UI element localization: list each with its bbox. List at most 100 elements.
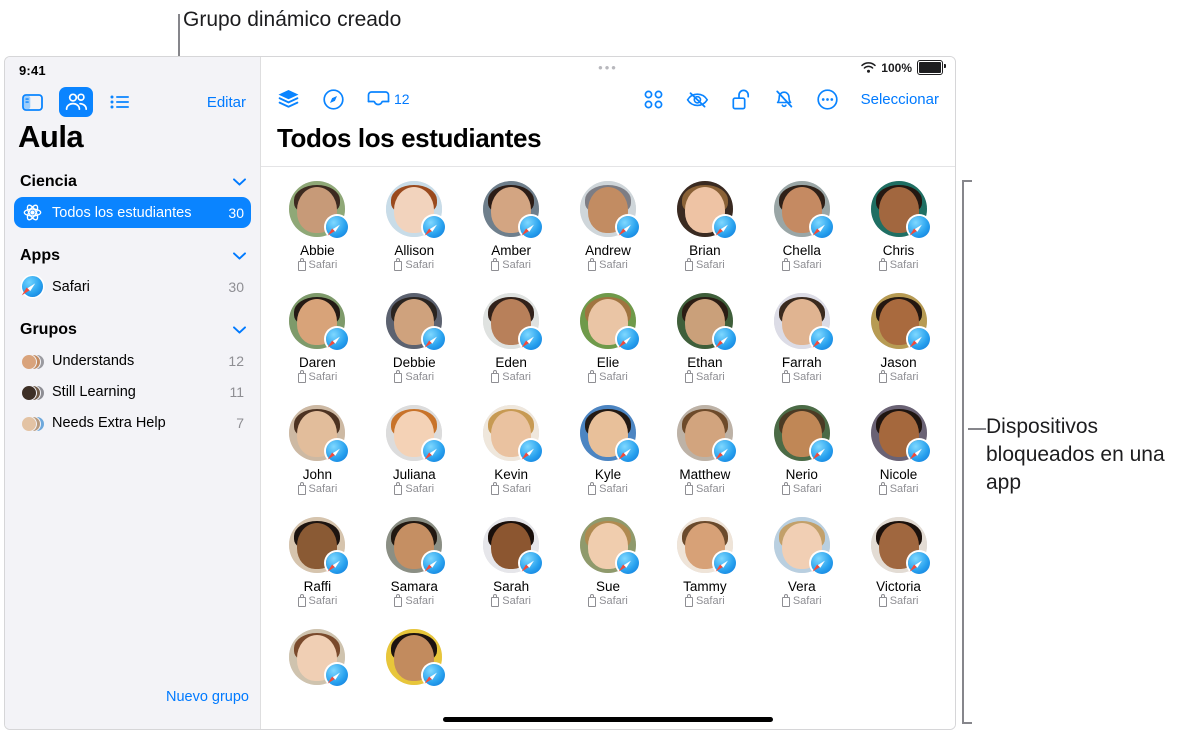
- toolbar-left-group: 12: [277, 88, 410, 110]
- main-toolbar: 12 Seleccionar: [261, 79, 955, 119]
- sidebar-segmented-control[interactable]: Editar: [15, 85, 250, 119]
- student-cell[interactable]: Abbie Safari: [269, 181, 366, 271]
- student-name: Tammy: [683, 579, 727, 594]
- safari-badge-icon: [810, 552, 833, 574]
- lock-icon: [297, 594, 306, 607]
- sidebar-item-understands[interactable]: Understands 12: [14, 345, 251, 376]
- student-locked-app: Safari: [588, 482, 628, 495]
- chevron-down-icon[interactable]: [233, 326, 246, 334]
- sidebar-section-header-grupos[interactable]: Grupos: [5, 315, 260, 345]
- lock-icon: [394, 258, 403, 271]
- student-cell[interactable]: Andrew Safari: [560, 181, 657, 271]
- student-locked-app: Safari: [878, 370, 918, 383]
- student-cell[interactable]: Vera Safari: [753, 517, 850, 607]
- student-cell[interactable]: Elie Safari: [560, 293, 657, 383]
- student-cell[interactable]: Debbie Safari: [366, 293, 463, 383]
- sidebar-item-label: Still Learning: [52, 383, 136, 400]
- student-cell[interactable]: John Safari: [269, 405, 366, 495]
- new-group-button[interactable]: Nuevo grupo: [5, 689, 260, 705]
- sidebar-item-safari[interactable]: Safari 30: [14, 271, 251, 302]
- chevron-down-icon[interactable]: [233, 178, 246, 186]
- student-cell[interactable]: Sue Safari: [560, 517, 657, 607]
- student-locked-app: Safari: [781, 594, 822, 607]
- student-name: Raffi: [303, 579, 332, 594]
- student-cell[interactable]: Kevin Safari: [463, 405, 560, 495]
- student-cell[interactable]: Sarah Safari: [463, 517, 560, 607]
- safari-badge-icon: [907, 216, 930, 238]
- layers-button[interactable]: [277, 89, 300, 110]
- students-grid-container[interactable]: Abbie Safari Allison Safari Amber Safari Andre…: [261, 167, 955, 729]
- student-cell[interactable]: Brian Safari: [656, 181, 753, 271]
- unlock-button[interactable]: [732, 89, 751, 110]
- student-name: Abbie: [300, 243, 335, 258]
- sidebar-people-view-button[interactable]: [59, 87, 93, 117]
- safari-badge-icon: [713, 440, 736, 462]
- student-locked-app: Safari: [781, 258, 822, 271]
- sidebar-item-todos-los-estudiantes[interactable]: Todos los estudiantes 30: [14, 197, 251, 228]
- chevron-down-icon[interactable]: [233, 252, 246, 260]
- sidebar-section-header-apps[interactable]: Apps: [5, 241, 260, 271]
- navigate-button[interactable]: [323, 88, 344, 110]
- student-cell[interactable]: Chella Safari: [753, 181, 850, 271]
- sidebar-item-count: 30: [228, 278, 244, 295]
- student-cell[interactable]: Nicole Safari: [850, 405, 947, 495]
- student-cell[interactable]: Samara Safari: [366, 517, 463, 607]
- student-locked-app: Safari: [878, 594, 918, 607]
- sidebar-section-header-ciencia[interactable]: Ciencia: [5, 167, 260, 197]
- locked-app-label: Safari: [405, 371, 435, 383]
- avatar-wrap: [386, 181, 446, 238]
- avatar-wrap: [676, 181, 736, 238]
- student-cell[interactable]: Allison Safari: [366, 181, 463, 271]
- lock-icon: [394, 370, 403, 383]
- avatar-wrap: [289, 629, 349, 686]
- lock-icon: [297, 370, 306, 383]
- avatar-wrap: [579, 293, 639, 350]
- sidebar-item-needs-extra-help[interactable]: Needs Extra Help 7: [14, 407, 251, 438]
- hide-screen-button[interactable]: [686, 90, 709, 109]
- student-cell[interactable]: Raffi Safari: [269, 517, 366, 607]
- avatar-wrap: [483, 181, 543, 238]
- screenshot-stage: Grupo dinámico creado Dispositivos bloqu…: [0, 0, 1200, 732]
- student-cell[interactable]: [269, 629, 366, 703]
- grid-view-icon: [644, 90, 663, 109]
- student-cell[interactable]: Nerio Safari: [753, 405, 850, 495]
- home-indicator[interactable]: [443, 717, 773, 722]
- select-button[interactable]: Seleccionar: [861, 91, 939, 108]
- window-grabber-icon[interactable]: •••: [261, 61, 955, 74]
- sidebar-toggle-button[interactable]: [15, 87, 49, 117]
- more-actions-button[interactable]: [816, 88, 838, 110]
- edit-button[interactable]: Editar: [207, 94, 250, 111]
- student-cell[interactable]: Kyle Safari: [560, 405, 657, 495]
- locked-app-label: Safari: [792, 483, 822, 495]
- student-cell[interactable]: Eden Safari: [463, 293, 560, 383]
- sidebar-item-count: 7: [236, 414, 244, 431]
- lock-icon: [781, 482, 790, 495]
- student-cell[interactable]: Daren Safari: [269, 293, 366, 383]
- sidebar-toggle-icon: [21, 93, 43, 111]
- grid-view-button[interactable]: [644, 90, 663, 109]
- student-cell[interactable]: [366, 629, 463, 703]
- sidebar-sections: Ciencia Todos los estudiantes 30 Apps Sa…: [5, 167, 260, 438]
- sidebar-list-view-button[interactable]: [103, 87, 137, 117]
- student-cell[interactable]: Victoria Safari: [850, 517, 947, 607]
- student-cell[interactable]: Farrah Safari: [753, 293, 850, 383]
- student-cell[interactable]: Jason Safari: [850, 293, 947, 383]
- student-locked-app: Safari: [781, 370, 822, 383]
- student-cell[interactable]: Amber Safari: [463, 181, 560, 271]
- lock-icon: [878, 594, 887, 607]
- sidebar-item-still-learning[interactable]: Still Learning 11: [14, 376, 251, 407]
- avatar-wrap: [579, 181, 639, 238]
- student-name: Eden: [495, 355, 527, 370]
- status-bar-right: 100%: [861, 60, 946, 75]
- student-cell[interactable]: Ethan Safari: [656, 293, 753, 383]
- student-locked-app: Safari: [684, 594, 725, 607]
- locked-app-label: Safari: [308, 371, 338, 383]
- student-cell[interactable]: Matthew Safari: [656, 405, 753, 495]
- student-cell[interactable]: Juliana Safari: [366, 405, 463, 495]
- group-avatars-icon: [21, 350, 45, 372]
- student-cell[interactable]: Chris Safari: [850, 181, 947, 271]
- student-cell[interactable]: Tammy Safari: [656, 517, 753, 607]
- inbox-button[interactable]: 12: [367, 90, 410, 109]
- safari-badge-icon: [616, 440, 639, 462]
- mute-button[interactable]: [774, 89, 794, 109]
